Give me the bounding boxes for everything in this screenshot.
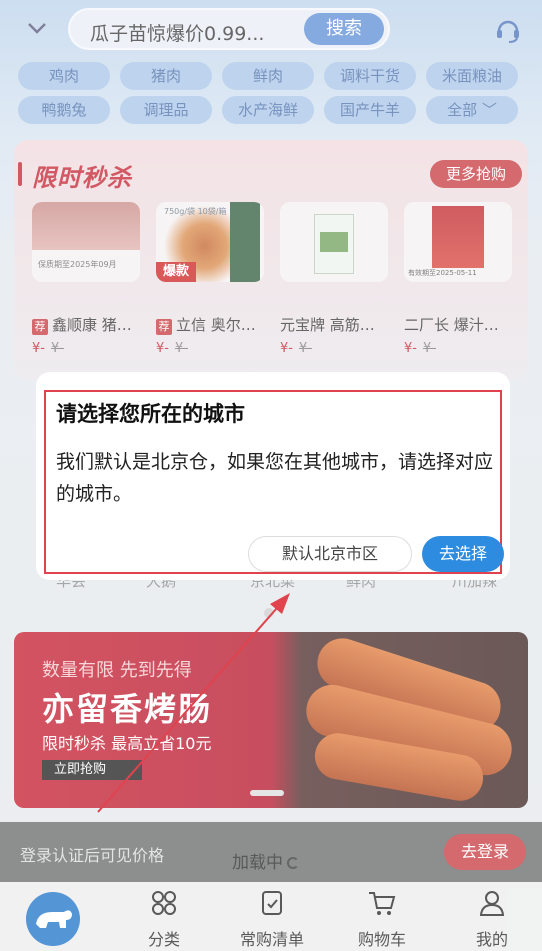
choose-city-button[interactable]: 去选择 [422,536,504,572]
dialog-title: 请选择您所在的城市 [56,402,245,426]
dialog-message: 我们默认是北京仓，如果您在其他城市，请选择对应的城市。 [56,451,494,505]
default-city-button[interactable]: 默认北京市区 [248,536,412,572]
app-screen: 瓜子苗惊爆价0.99... 搜索 鸡肉 猪肉 鲜肉 调料干货 米面粮油 鸭鹅兔 … [0,0,542,951]
city-select-dialog: 请选择您所在的城市 我们默认是北京仓，如果您在其他城市，请选择对应的城市。 默认… [36,372,510,580]
